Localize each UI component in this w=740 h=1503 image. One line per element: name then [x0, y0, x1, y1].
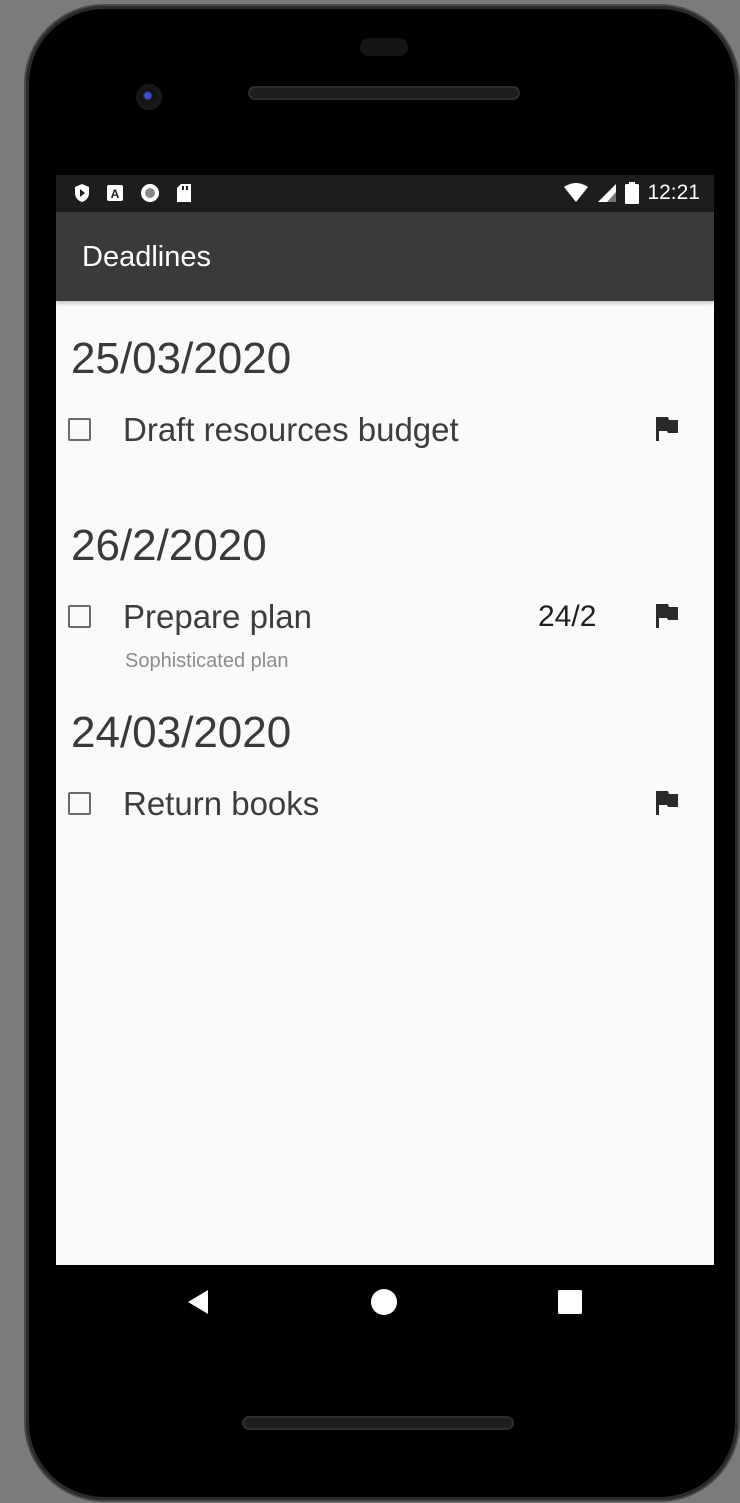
a-badge-icon: A: [107, 185, 123, 201]
flag-icon[interactable]: [653, 602, 681, 630]
battery-icon: [625, 182, 640, 204]
earpiece: [360, 38, 408, 56]
task-title[interactable]: Prepare plan: [123, 597, 312, 637]
status-time: 12:21: [647, 181, 700, 204]
task-checkbox[interactable]: [68, 418, 91, 441]
top-speaker-grille: [248, 86, 520, 100]
home-icon[interactable]: [369, 1287, 399, 1317]
group-date-header: 26/2/2020: [71, 521, 267, 570]
task-title[interactable]: Draft resources budget: [123, 410, 459, 450]
task-row[interactable]: Prepare plan 24/2: [56, 593, 714, 643]
wifi-icon: [564, 183, 589, 202]
sd-card-icon: [177, 184, 191, 202]
circle-notification-icon: [141, 184, 159, 202]
task-due-date: 24/2: [538, 600, 597, 633]
task-title[interactable]: Return books: [123, 784, 319, 824]
app-title: Deadlines: [82, 241, 211, 273]
front-camera: [136, 84, 162, 110]
group-date-header: 25/03/2020: [71, 334, 292, 383]
system-status: 12:21: [563, 181, 700, 205]
task-checkbox[interactable]: [68, 792, 91, 815]
task-row[interactable]: Return books: [56, 780, 714, 830]
app-screen: A 12:21 Deadlines 25/03/2020 Draft resou…: [56, 175, 714, 1265]
signal-icon: [598, 184, 617, 202]
task-subtitle: Sophisticated plan: [125, 650, 289, 672]
group-date-header: 24/03/2020: [71, 708, 292, 757]
task-checkbox[interactable]: [68, 605, 91, 628]
status-bar: A 12:21: [56, 175, 714, 212]
flag-icon[interactable]: [653, 789, 681, 817]
shield-icon: [75, 184, 89, 202]
app-bar: Deadlines: [56, 212, 714, 301]
back-icon[interactable]: [184, 1287, 214, 1317]
task-row[interactable]: Draft resources budget: [56, 406, 714, 456]
recents-icon[interactable]: [555, 1287, 585, 1317]
notification-icons: A: [74, 183, 192, 203]
flag-icon[interactable]: [653, 415, 681, 443]
bottom-speaker-grille: [242, 1416, 514, 1430]
svg-text:A: A: [111, 187, 120, 201]
navigation-bar: [56, 1265, 714, 1341]
